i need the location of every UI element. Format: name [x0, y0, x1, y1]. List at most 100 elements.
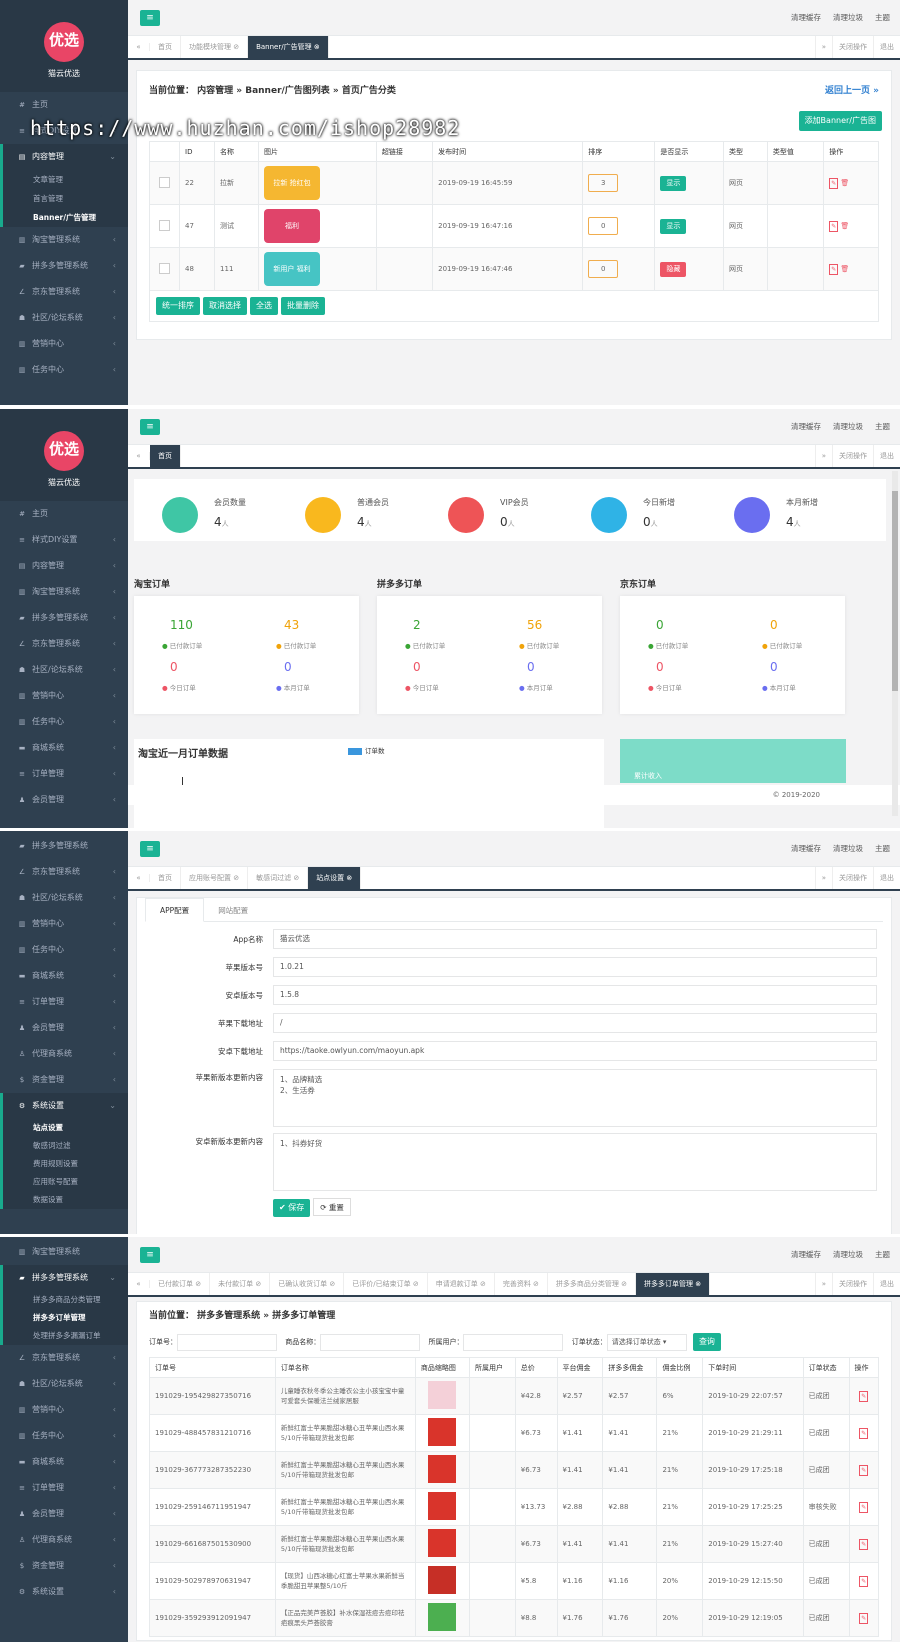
tab-next-button[interactable]: »: [814, 445, 832, 467]
bulk-action-button[interactable]: 统一排序: [156, 297, 200, 315]
close-ops-button[interactable]: 关闭操作: [832, 445, 873, 467]
sidebar-item[interactable]: ▥ 任务中心 ‹: [0, 357, 128, 383]
settings-subtab[interactable]: APP配置: [145, 898, 205, 922]
tab-item[interactable]: 应用账号配置 ⊘: [181, 867, 249, 889]
form-input[interactable]: 1.5.8: [273, 985, 877, 1005]
tab-item[interactable]: 站点设置 ⊗: [308, 867, 362, 889]
form-input[interactable]: 1.0.21: [273, 957, 877, 977]
tab-item[interactable]: Banner/广告管理 ⊗: [248, 36, 329, 58]
query-button[interactable]: 查询: [692, 1333, 721, 1351]
clear-cache-button[interactable]: 清理缓存: [791, 422, 821, 431]
sidebar-item[interactable]: ☗ 社区/论坛系统 ‹: [0, 1371, 128, 1397]
sidebar-item[interactable]: ∠ 京东管理系统 ‹: [0, 1345, 128, 1371]
clear-trash-button[interactable]: 清理垃圾: [833, 844, 863, 853]
close-ops-button[interactable]: 关闭操作: [832, 1273, 873, 1295]
settings-subtab[interactable]: 网站配置: [204, 899, 262, 923]
sidebar-item[interactable]: $ 资金管理 ‹: [0, 1067, 128, 1093]
sidebar-item[interactable]: ⚙ 系统设置 ⌄: [0, 1093, 128, 1119]
sidebar-item[interactable]: ▥ 淘宝管理系统: [0, 1239, 128, 1265]
sidebar-item[interactable]: 拼多多订单管理: [0, 1309, 128, 1327]
form-input[interactable]: /: [273, 1013, 877, 1033]
edit-icon[interactable]: ✎: [859, 1501, 869, 1513]
delete-icon[interactable]: 🗑: [838, 179, 849, 187]
sidebar-item[interactable]: ≡ 订单管理 ‹: [0, 1475, 128, 1501]
show-toggle-button[interactable]: 显示: [660, 175, 687, 191]
sidebar-item[interactable]: 数据设置: [0, 1191, 128, 1209]
goods-name-input[interactable]: [320, 1333, 421, 1351]
close-ops-button[interactable]: 关闭操作: [832, 867, 873, 889]
menu-toggle-button[interactable]: ≡: [140, 10, 160, 26]
menu-toggle-button[interactable]: ≡: [140, 1247, 160, 1263]
sidebar-item[interactable]: ▥ 营销中心 ‹: [0, 1397, 128, 1423]
bulk-action-button[interactable]: 全选: [250, 297, 278, 315]
delete-icon[interactable]: 🗑: [838, 222, 849, 230]
sidebar-item[interactable]: ≡ 订单管理 ‹: [0, 989, 128, 1015]
sidebar-item[interactable]: 文章管理: [0, 170, 128, 189]
theme-button[interactable]: 主题: [875, 844, 890, 853]
order-no-input[interactable]: [177, 1333, 277, 1351]
sidebar-item[interactable]: 站点设置: [0, 1119, 128, 1137]
sidebar-item[interactable]: ≡ 订单管理 ‹: [0, 761, 128, 787]
sidebar-item[interactable]: ▰ 拼多多管理系统 ⌄: [0, 1265, 128, 1291]
sidebar-item[interactable]: ▬ 商城系统 ‹: [0, 735, 128, 761]
sidebar-item[interactable]: ▰ 拼多多管理系统: [0, 833, 128, 859]
sort-input[interactable]: 3: [588, 174, 619, 192]
scrollbar[interactable]: [892, 471, 898, 816]
exit-button[interactable]: 退出: [873, 445, 900, 467]
sidebar-item[interactable]: ▥ 任务中心 ‹: [0, 1423, 128, 1449]
edit-icon[interactable]: ✎: [859, 1612, 869, 1624]
tab-item[interactable]: 申请退款订单 ⊘: [428, 1273, 495, 1295]
clear-cache-button[interactable]: 清理缓存: [791, 13, 821, 22]
bulk-action-button[interactable]: 批量删除: [281, 297, 325, 315]
form-textarea[interactable]: 1、品牌精选 2、生活券: [273, 1069, 877, 1127]
clear-cache-button[interactable]: 清理缓存: [791, 1250, 821, 1259]
tab-item[interactable]: 首页: [150, 867, 181, 889]
theme-button[interactable]: 主题: [875, 1250, 890, 1259]
sidebar-item[interactable]: ☗ 社区/论坛系统 ‹: [0, 305, 128, 331]
sidebar-item[interactable]: ♟ 会员管理 ‹: [0, 1015, 128, 1041]
menu-toggle-button[interactable]: ≡: [140, 419, 160, 435]
tab-item[interactable]: 已评价/已结束订单 ⊘: [344, 1273, 428, 1295]
show-toggle-button[interactable]: 显示: [660, 218, 687, 234]
sidebar-item[interactable]: ☗ 社区/论坛系统 ‹: [0, 885, 128, 911]
back-link[interactable]: 返回上一页 »: [825, 83, 879, 96]
sidebar-item[interactable]: ▥ 营销中心 ‹: [0, 911, 128, 937]
sidebar-item[interactable]: ♟ 会员管理 ‹: [0, 787, 128, 813]
sidebar-item[interactable]: ♙ 代理商系统 ‹: [0, 1041, 128, 1067]
theme-button[interactable]: 主题: [875, 13, 890, 22]
tab-item[interactable]: 完善资料 ⊘: [495, 1273, 548, 1295]
show-toggle-button[interactable]: 隐藏: [660, 261, 687, 277]
tab-item[interactable]: 拼多多商品分类管理 ⊘: [548, 1273, 637, 1295]
sort-input[interactable]: 0: [588, 260, 619, 278]
tab-item[interactable]: 敏感词过滤 ⊘: [248, 867, 309, 889]
form-input[interactable]: 猫云优选: [273, 929, 877, 949]
sidebar-item[interactable]: ▥ 淘宝管理系统 ‹: [0, 579, 128, 605]
menu-toggle-button[interactable]: ≡: [140, 841, 160, 857]
sidebar-item[interactable]: ♟ 会员管理 ‹: [0, 1501, 128, 1527]
row-checkbox[interactable]: [159, 176, 170, 188]
theme-button[interactable]: 主题: [875, 422, 890, 431]
sidebar-item[interactable]: ▥ 营销中心 ‹: [0, 683, 128, 709]
sidebar-item[interactable]: ▥ 任务中心 ‹: [0, 937, 128, 963]
sidebar-item[interactable]: ∠ 京东管理系统 ‹: [0, 859, 128, 885]
sidebar-item[interactable]: 拼多多商品分类管理: [0, 1291, 128, 1309]
sidebar-item[interactable]: ☗ 社区/论坛系统 ‹: [0, 657, 128, 683]
status-select[interactable]: 请选择订单状态 ▾: [606, 1333, 687, 1351]
sidebar-item[interactable]: # 主页: [0, 501, 128, 527]
sidebar-item[interactable]: ♙ 代理商系统 ‹: [0, 1527, 128, 1553]
reset-button[interactable]: ⟳ 重置: [313, 1198, 351, 1216]
edit-icon[interactable]: ✎: [829, 177, 839, 189]
sidebar-item[interactable]: ▤ 内容管理 ⌄: [0, 144, 128, 170]
user-input[interactable]: [463, 1333, 564, 1351]
sidebar-item[interactable]: ▰ 拼多多管理系统 ‹: [0, 605, 128, 631]
sidebar-item[interactable]: 敏感词过滤: [0, 1137, 128, 1155]
delete-icon[interactable]: 🗑: [838, 265, 849, 273]
tab-item[interactable]: 功能模块管理 ⊘: [181, 36, 249, 58]
sidebar-item[interactable]: 处理拼多多漏漏订单: [0, 1327, 128, 1345]
edit-icon[interactable]: ✎: [859, 1390, 869, 1402]
sidebar-item[interactable]: ▥ 营销中心 ‹: [0, 331, 128, 357]
clear-trash-button[interactable]: 清理垃圾: [833, 1250, 863, 1259]
edit-icon[interactable]: ✎: [829, 220, 839, 232]
form-input[interactable]: https://taoke.owlyun.com/maoyun.apk: [273, 1041, 877, 1061]
tab-item[interactable]: 已付款订单 ⊘: [150, 1273, 211, 1295]
